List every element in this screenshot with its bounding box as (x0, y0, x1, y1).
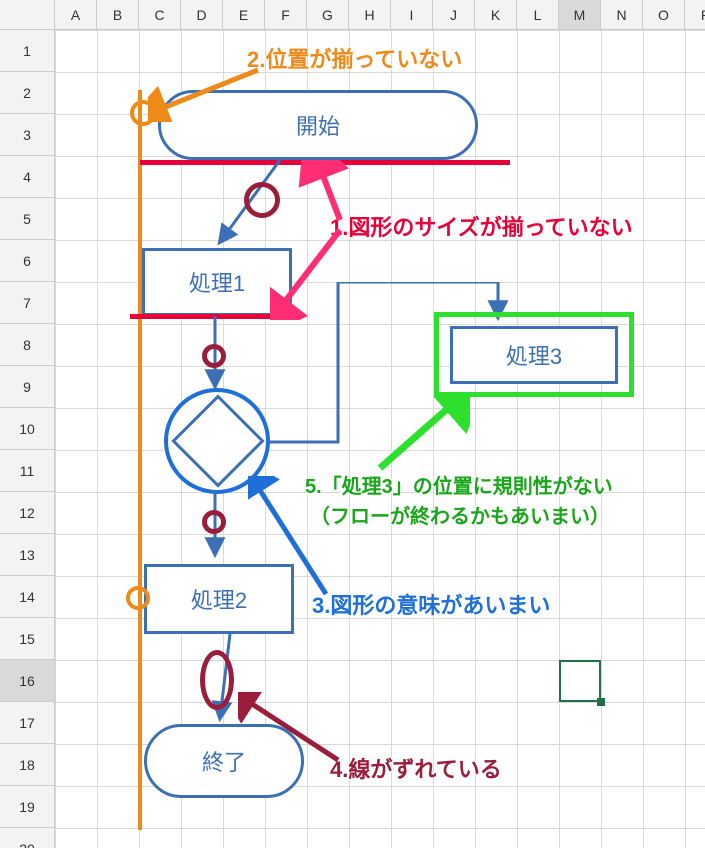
gridline-v (685, 30, 686, 848)
gridline-v (643, 30, 644, 848)
gridline-h (55, 702, 705, 703)
column-header-H[interactable]: H (349, 0, 391, 30)
column-header-B[interactable]: B (97, 0, 139, 30)
annotation-4-arrow (238, 692, 348, 770)
gridline-v (559, 30, 560, 848)
row-header-2[interactable]: 2 (0, 72, 55, 114)
active-cell-box (559, 660, 601, 702)
gridline-h (55, 30, 705, 31)
row-header-15[interactable]: 15 (0, 618, 55, 660)
column-header-I[interactable]: I (391, 0, 433, 30)
guide-line-vertical (138, 90, 142, 830)
column-header-F[interactable]: F (265, 0, 307, 30)
column-header-J[interactable]: J (433, 0, 475, 30)
annotation-5-line2: （フローが終わるかもあいまい） (310, 500, 610, 529)
column-header-C[interactable]: C (139, 0, 181, 30)
row-header-13[interactable]: 13 (0, 534, 55, 576)
ring-marker-conn3 (202, 510, 226, 534)
row-header-7[interactable]: 7 (0, 282, 55, 324)
annotation-1-arrows (270, 160, 390, 320)
gridline-h (55, 786, 705, 787)
row-header-12[interactable]: 12 (0, 492, 55, 534)
row-header-3[interactable]: 3 (0, 114, 55, 156)
column-header-D[interactable]: D (181, 0, 223, 30)
fill-handle[interactable] (597, 698, 605, 706)
row-header-5[interactable]: 5 (0, 198, 55, 240)
column-header-N[interactable]: N (601, 0, 643, 30)
row-header-16[interactable]: 16 (0, 660, 55, 702)
gridline-h (55, 534, 705, 535)
ring-marker-conn4 (200, 650, 234, 710)
row-header-9[interactable]: 9 (0, 366, 55, 408)
row-header-20[interactable]: 20 (0, 828, 55, 848)
column-header-E[interactable]: E (223, 0, 265, 30)
select-all-corner[interactable] (0, 0, 55, 30)
column-header-O[interactable]: O (643, 0, 685, 30)
column-header-L[interactable]: L (517, 0, 559, 30)
column-header-P[interactable]: P (685, 0, 705, 30)
flow-process-1-label: 処理1 (189, 266, 245, 298)
flow-process-2-label: 処理2 (191, 583, 247, 615)
excel-worksheet: 開始 処理1 処理3 処理2 (0, 0, 705, 848)
row-header-17[interactable]: 17 (0, 702, 55, 744)
column-header-G[interactable]: G (307, 0, 349, 30)
flow-process-3[interactable]: 処理3 (450, 326, 618, 384)
row-header-11[interactable]: 11 (0, 450, 55, 492)
gridline-v (601, 30, 602, 848)
ring-marker-conn2 (202, 344, 226, 368)
row-header-10[interactable]: 10 (0, 408, 55, 450)
annotation-5-arrow (370, 396, 470, 476)
gridline-v (97, 30, 98, 848)
flow-process-3-label: 処理3 (506, 339, 562, 371)
column-header-M[interactable]: M (559, 0, 601, 30)
annotation-3-arrow (248, 476, 338, 602)
annotation-3-text: 3.図形の意味があいまい (312, 588, 550, 620)
row-header-8[interactable]: 8 (0, 324, 55, 366)
column-header-A[interactable]: A (55, 0, 97, 30)
gridline-v (55, 30, 56, 848)
annotation-2-text: 2.位置が揃っていない (247, 42, 462, 74)
row-header-18[interactable]: 18 (0, 744, 55, 786)
row-header-6[interactable]: 6 (0, 240, 55, 282)
flow-start-label: 開始 (296, 109, 340, 141)
row-header-14[interactable]: 14 (0, 576, 55, 618)
gridline-h (55, 660, 705, 661)
row-header-4[interactable]: 4 (0, 156, 55, 198)
row-header-19[interactable]: 19 (0, 786, 55, 828)
gridline-h (55, 828, 705, 829)
annotation-2-arrow (148, 66, 268, 122)
column-header-K[interactable]: K (475, 0, 517, 30)
ring-marker-p2-left (126, 586, 150, 610)
annotation-4-text: 4.線がずれている (330, 752, 502, 784)
row-header-1[interactable]: 1 (0, 30, 55, 72)
